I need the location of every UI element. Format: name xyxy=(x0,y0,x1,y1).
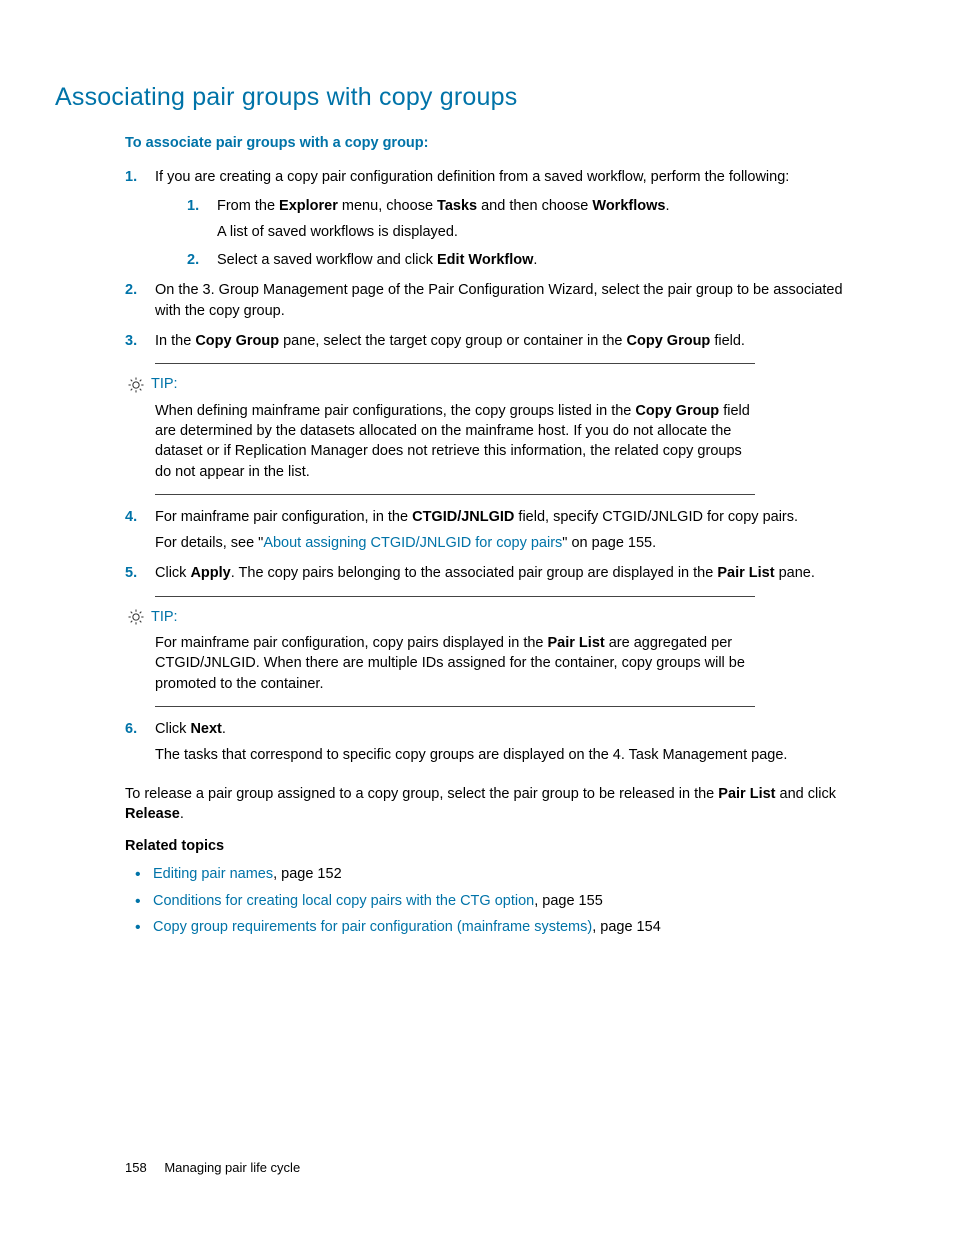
text: . xyxy=(533,252,537,268)
field-ctgid-jnlgid: CTGID/JNLGID xyxy=(412,509,514,525)
tip-box-1: TIP: When defining mainframe pair config… xyxy=(155,363,755,494)
step-number: 5. xyxy=(125,563,137,583)
substep-list: 1. From the Explorer menu, choose Tasks … xyxy=(187,196,854,271)
text: When defining mainframe pair configurati… xyxy=(155,403,635,419)
step-number: 6. xyxy=(125,719,137,739)
step-result: The tasks that correspond to specific co… xyxy=(155,745,854,765)
related-topics-list: Editing pair names, page 152 Conditions … xyxy=(125,864,854,937)
text: menu, choose xyxy=(338,198,437,214)
menu-workflows: Workflows xyxy=(592,198,665,214)
text: , page 152 xyxy=(273,866,342,882)
pane-pair-list: Pair List xyxy=(717,565,774,581)
button-next: Next xyxy=(190,721,221,737)
page-title: Associating pair groups with copy groups xyxy=(55,80,854,115)
chapter-title: Managing pair life cycle xyxy=(164,1160,300,1175)
link-conditions-ctg[interactable]: Conditions for creating local copy pairs… xyxy=(153,893,534,909)
link-editing-pair-names[interactable]: Editing pair names xyxy=(153,866,273,882)
button-apply: Apply xyxy=(190,565,230,581)
text: For mainframe pair configuration, copy p… xyxy=(155,635,548,651)
text: In the xyxy=(155,333,195,349)
lightbulb-icon xyxy=(127,376,145,394)
substep-1: 1. From the Explorer menu, choose Tasks … xyxy=(187,196,854,243)
step-text: On the 3. Group Management page of the P… xyxy=(155,282,843,318)
substep-2: 2. Select a saved workflow and click Edi… xyxy=(187,250,854,270)
document-page: Associating pair groups with copy groups… xyxy=(0,0,954,1235)
tip-header: TIP: xyxy=(127,374,755,394)
text: and click xyxy=(776,786,836,802)
step-1: 1. If you are creating a copy pair confi… xyxy=(125,167,854,270)
step-6: 6. Click Next. The tasks that correspond… xyxy=(125,719,854,766)
text: Click xyxy=(155,565,190,581)
menu-explorer: Explorer xyxy=(279,198,338,214)
text: , page 155 xyxy=(534,893,603,909)
pane-pair-list: Pair List xyxy=(548,635,605,651)
tip-header: TIP: xyxy=(127,607,755,627)
content-block: To associate pair groups with a copy gro… xyxy=(125,133,854,937)
text: field. xyxy=(710,333,745,349)
related-item: Conditions for creating local copy pairs… xyxy=(125,891,854,911)
text: field, specify CTGID/JNLGID for copy pai… xyxy=(514,509,798,525)
text: . xyxy=(180,806,184,822)
step-text: If you are creating a copy pair configur… xyxy=(155,169,789,185)
text: . xyxy=(222,721,226,737)
tip-body: When defining mainframe pair configurati… xyxy=(155,401,755,482)
tip-label: TIP: xyxy=(151,609,178,625)
procedure-list-cont2: 6. Click Next. The tasks that correspond… xyxy=(125,719,854,766)
page-number: 158 xyxy=(125,1160,147,1175)
step-2: 2. On the 3. Group Management page of th… xyxy=(125,280,854,321)
pane-pair-list: Pair List xyxy=(718,786,775,802)
field-copy-group: Copy Group xyxy=(635,403,719,419)
text: For mainframe pair configuration, in the xyxy=(155,509,412,525)
link-copy-group-reqs[interactable]: Copy group requirements for pair configu… xyxy=(153,919,592,935)
substep-number: 1. xyxy=(187,196,199,216)
text: pane. xyxy=(775,565,815,581)
text: and then choose xyxy=(477,198,592,214)
step-4: 4. For mainframe pair configuration, in … xyxy=(125,507,854,554)
text: , page 154 xyxy=(592,919,661,935)
step-number: 2. xyxy=(125,280,137,300)
tip-label: TIP: xyxy=(151,376,178,392)
button-release: Release xyxy=(125,806,180,822)
text: Select a saved workflow and click xyxy=(217,252,437,268)
button-edit-workflow: Edit Workflow xyxy=(437,252,533,268)
text: Click xyxy=(155,721,190,737)
tip-box-2: TIP: For mainframe pair configuration, c… xyxy=(155,596,755,707)
step-number: 3. xyxy=(125,331,137,351)
step-followup: For details, see "About assigning CTGID/… xyxy=(155,533,854,553)
procedure-intro: To associate pair groups with a copy gro… xyxy=(125,133,854,153)
text: . xyxy=(665,198,669,214)
related-topics-heading: Related topics xyxy=(125,836,854,856)
substep-result: A list of saved workflows is displayed. xyxy=(217,222,854,242)
procedure-list-cont: 4. For mainframe pair configuration, in … xyxy=(125,507,854,584)
text: For details, see " xyxy=(155,535,263,551)
menu-tasks: Tasks xyxy=(437,198,477,214)
step-number: 1. xyxy=(125,167,137,187)
link-about-ctgid[interactable]: About assigning CTGID/JNLGID for copy pa… xyxy=(263,535,562,551)
step-5: 5. Click Apply. The copy pairs belonging… xyxy=(125,563,854,583)
pane-copy-group: Copy Group xyxy=(195,333,279,349)
tip-body: For mainframe pair configuration, copy p… xyxy=(155,633,755,694)
procedure-list: 1. If you are creating a copy pair confi… xyxy=(125,167,854,351)
release-paragraph: To release a pair group assigned to a co… xyxy=(125,784,854,825)
text: To release a pair group assigned to a co… xyxy=(125,786,718,802)
step-number: 4. xyxy=(125,507,137,527)
text: . The copy pairs belonging to the associ… xyxy=(231,565,718,581)
step-3: 3. In the Copy Group pane, select the ta… xyxy=(125,331,854,351)
field-copy-group: Copy Group xyxy=(627,333,711,349)
text: " on page 155. xyxy=(562,535,656,551)
page-footer: 158 Managing pair life cycle xyxy=(125,1159,300,1177)
related-item: Editing pair names, page 152 xyxy=(125,864,854,884)
text: From the xyxy=(217,198,279,214)
related-item: Copy group requirements for pair configu… xyxy=(125,917,854,937)
text: pane, select the target copy group or co… xyxy=(279,333,626,349)
lightbulb-icon xyxy=(127,608,145,626)
substep-number: 2. xyxy=(187,250,199,270)
